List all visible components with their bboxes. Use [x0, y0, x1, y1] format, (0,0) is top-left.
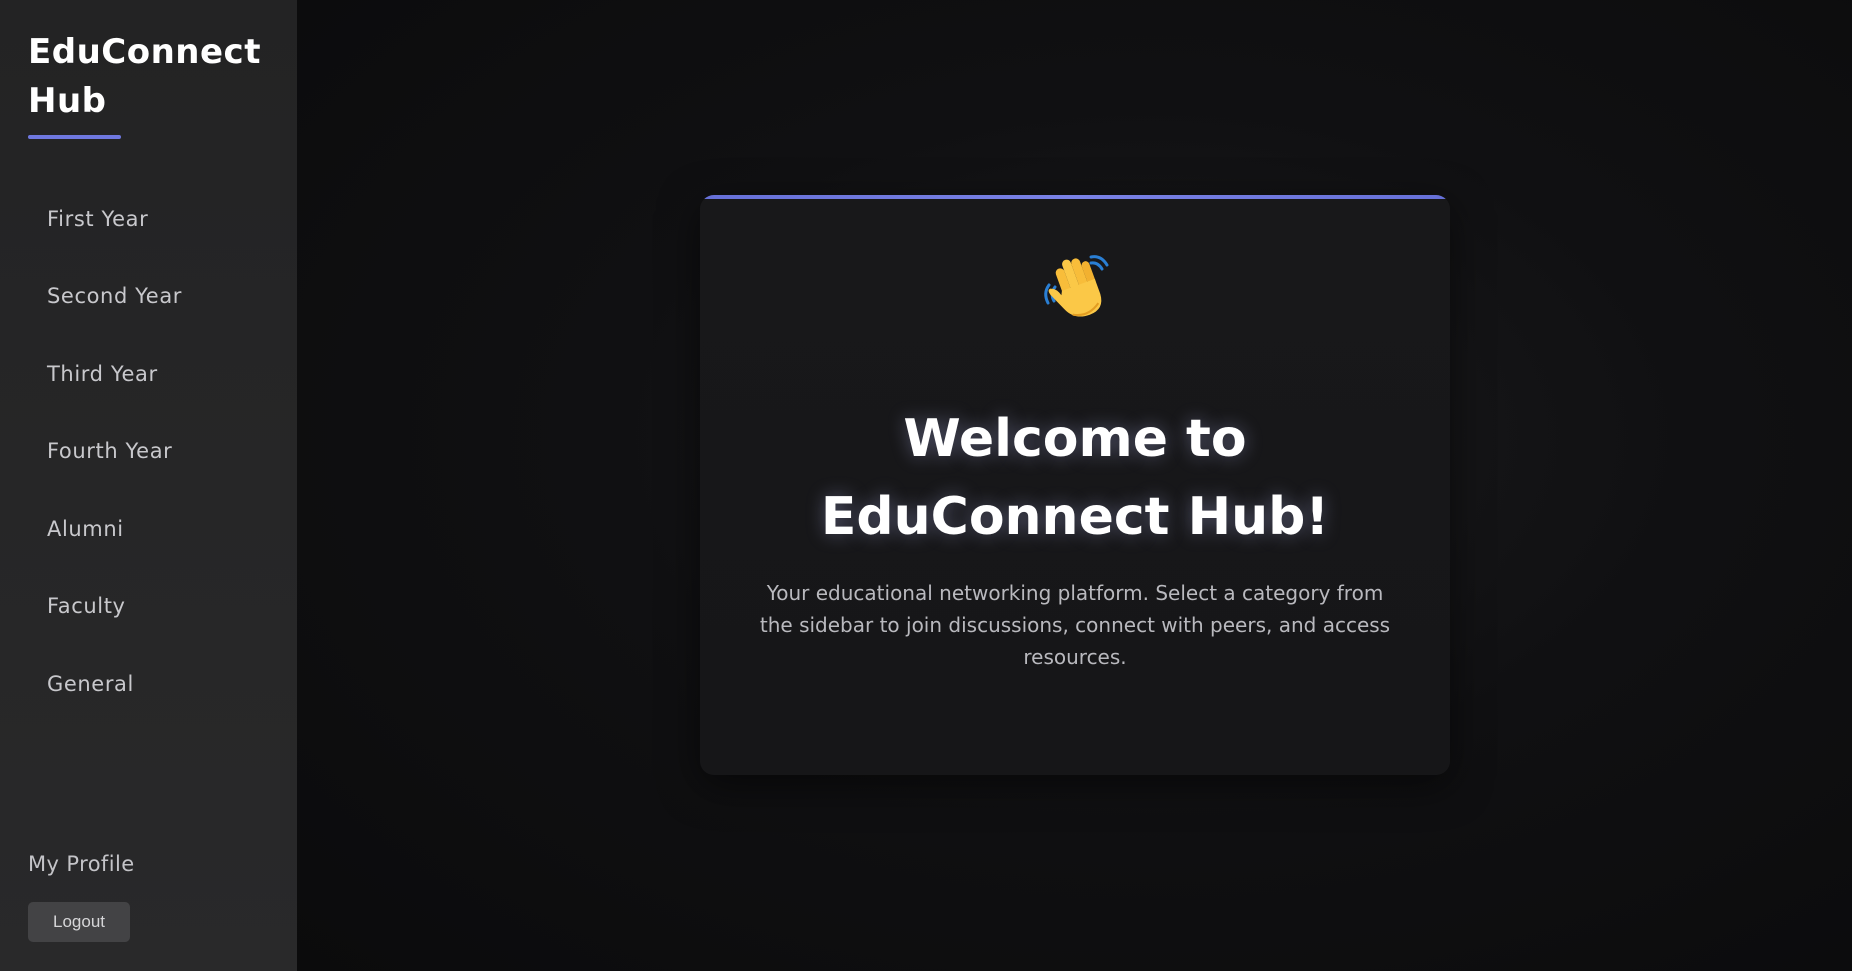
welcome-card: Welcome to EduConnect Hub! Your educatio… — [700, 195, 1450, 775]
brand-title: EduConnect Hub — [28, 32, 261, 121]
brand-underline — [28, 135, 121, 139]
logout-button[interactable]: Logout — [28, 902, 130, 942]
card-accent-bar — [700, 195, 1450, 199]
sidebar-item-faculty[interactable]: Faculty — [28, 568, 268, 646]
my-profile-link[interactable]: My Profile — [28, 852, 135, 876]
sidebar-item-first-year[interactable]: First Year — [28, 180, 268, 258]
welcome-title: Welcome to EduConnect Hub! — [820, 409, 1330, 547]
app: EduConnect Hub First Year Second Year Th… — [0, 0, 1852, 971]
sidebar-item-fourth-year[interactable]: Fourth Year — [28, 413, 268, 491]
sidebar-item-general[interactable]: General — [28, 645, 268, 723]
sidebar-item-third-year[interactable]: Third Year — [28, 335, 268, 413]
sidebar-item-second-year[interactable]: Second Year — [28, 258, 268, 336]
main-content: Welcome to EduConnect Hub! Your educatio… — [297, 0, 1852, 971]
sidebar-item-alumni[interactable]: Alumni — [28, 490, 268, 568]
waving-hand-icon — [700, 245, 1450, 325]
sidebar: EduConnect Hub First Year Second Year Th… — [0, 0, 297, 971]
welcome-description: Your educational networking platform. Se… — [759, 581, 1391, 669]
sidebar-nav: First Year Second Year Third Year Fourth… — [28, 180, 268, 723]
